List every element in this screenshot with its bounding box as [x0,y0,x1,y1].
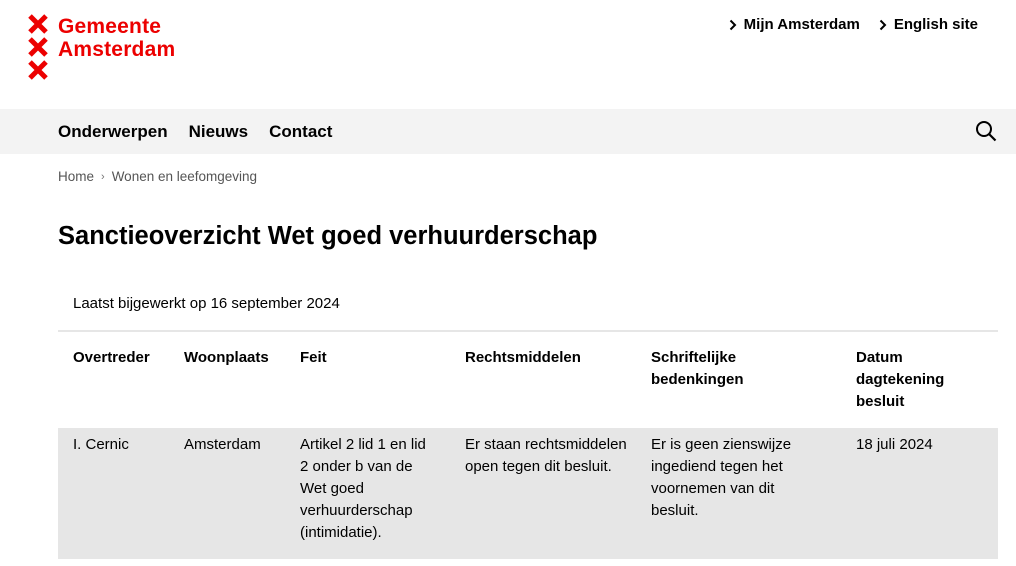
cell-overtreder: I. Cernic [73,436,129,453]
header-woonplaats: Woonplaats [184,349,269,366]
search-icon[interactable] [975,120,997,142]
cross-icon [28,37,48,57]
cell-datum: 18 juli 2024 [856,436,933,453]
mijn-amsterdam-label: Mijn Amsterdam [743,16,860,33]
english-site-label: English site [893,16,978,33]
header-feit: Feit [300,349,327,366]
mijn-amsterdam-link[interactable]: Mijn Amsterdam [728,16,860,33]
english-site-link[interactable]: English site [878,16,978,33]
nav-item-contact[interactable]: Contact [269,122,332,142]
site-logo[interactable]: Gemeente Amsterdam [28,14,175,83]
main-navigation: Onderwerpen Nieuws Contact [0,109,1016,154]
andreas-crosses [28,14,48,83]
page-title: Sanctieoverzicht Wet goed verhuurderscha… [58,222,598,250]
cross-icon [28,14,48,34]
header-datum: Datum dagtekening besluit [856,349,945,410]
chevron-right-icon [729,19,737,30]
logo-line-2: Amsterdam [58,38,176,61]
last-updated: Laatst bijgewerkt op 16 september 2024 [73,295,340,312]
logo-text: Gemeente Amsterdam [58,15,175,61]
nav-item-onderwerpen[interactable]: Onderwerpen [58,122,168,142]
cell-rechtsmiddelen: Er staan rechtsmiddelen open tegen dit b… [465,436,627,475]
breadcrumb-wonen[interactable]: Wonen en leefomgeving [112,169,257,184]
nav-items: Onderwerpen Nieuws Contact [58,109,332,154]
nav-item-nieuws[interactable]: Nieuws [189,122,249,142]
cell-woonplaats: Amsterdam [184,436,261,453]
table-header: Overtreder Woonplaats Feit Rechtsmiddele… [58,332,998,427]
breadcrumb-home[interactable]: Home [58,169,94,184]
top-links: Mijn Amsterdam English site [728,16,978,33]
logo-line-1: Gemeente [58,15,162,38]
cell-bedenkingen: Er is geen zienswijze ingediend tegen he… [651,436,792,519]
header-bedenkingen: Schriftelijke bedenkingen [651,349,744,388]
breadcrumb: Home › Wonen en leefomgeving [58,169,257,184]
header-rechtsmiddelen: Rechtsmiddelen [465,349,581,366]
header-overtreder: Overtreder [73,349,150,366]
table-row: I. Cernic Amsterdam Artikel 2 lid 1 en l… [58,428,998,559]
cell-feit: Artikel 2 lid 1 en lid 2 onder b van de … [300,436,426,541]
cross-icon [28,60,48,80]
chevron-right-icon [879,19,887,30]
breadcrumb-separator-icon: › [101,170,105,183]
